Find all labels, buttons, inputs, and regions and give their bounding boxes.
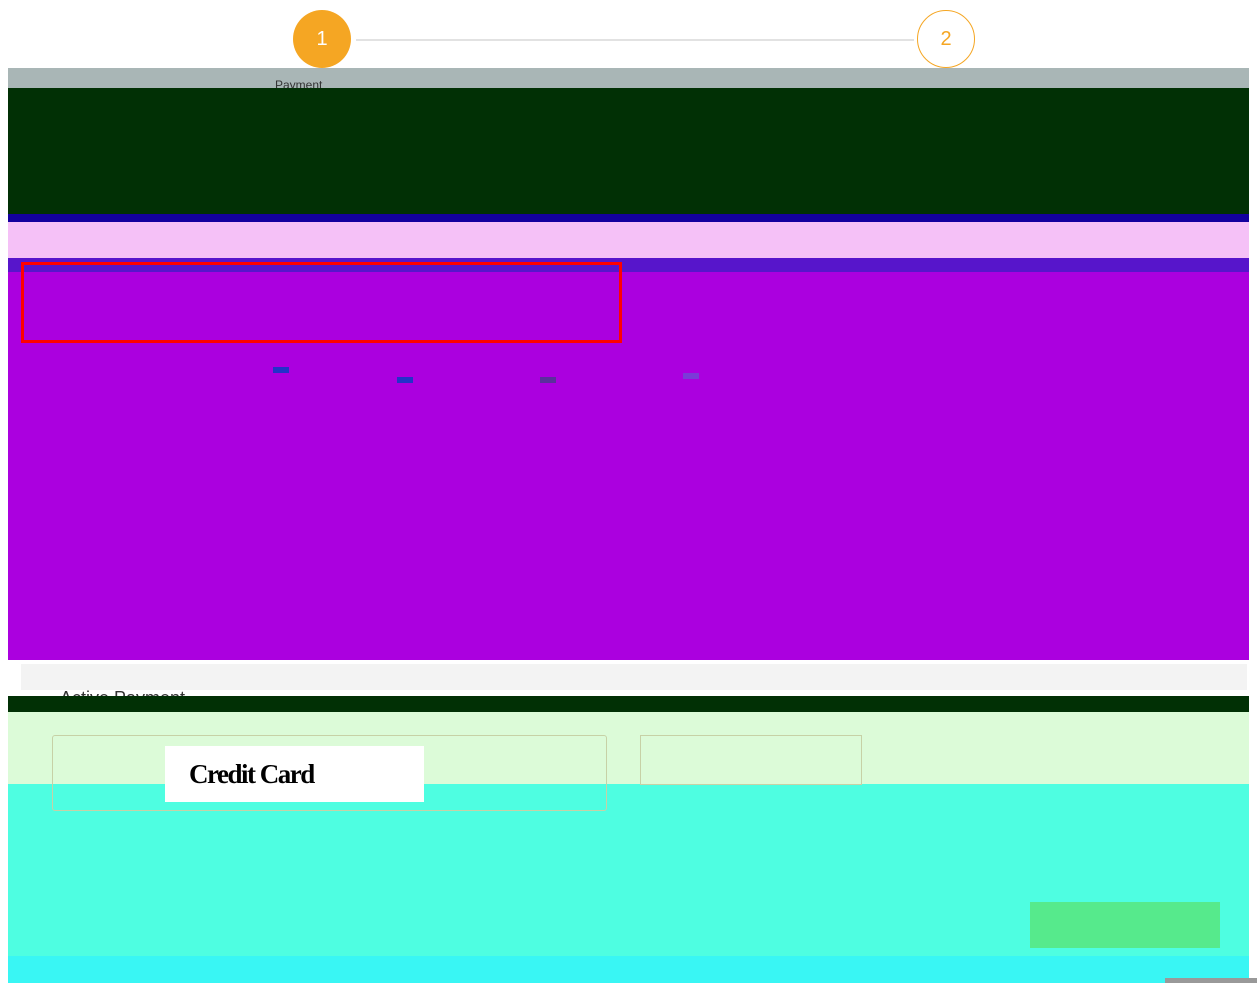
continue-button[interactable]	[1030, 902, 1220, 948]
scroll-indicator	[1165, 978, 1257, 983]
payment-header-bg	[21, 664, 1247, 690]
summary-banner	[8, 88, 1249, 214]
stepper-connector-line	[356, 39, 914, 41]
checkout-stepper: 1 2	[0, 10, 1257, 70]
payment-banner	[8, 696, 1249, 712]
header-strip	[8, 68, 1249, 90]
divider-bar	[8, 214, 1249, 222]
step-1-indicator[interactable]: 1	[293, 10, 351, 68]
tab-3[interactable]	[540, 377, 556, 383]
step-2-indicator[interactable]: 2	[917, 10, 975, 68]
tab-1[interactable]	[273, 367, 289, 373]
secondary-field[interactable]	[640, 735, 862, 785]
payment-method-value[interactable]: Credit Card	[165, 746, 424, 802]
tab-4[interactable]	[683, 373, 699, 379]
tab-2[interactable]	[397, 377, 413, 383]
footer-strip	[8, 956, 1249, 983]
highlight-box	[21, 262, 622, 343]
info-strip	[8, 222, 1249, 258]
